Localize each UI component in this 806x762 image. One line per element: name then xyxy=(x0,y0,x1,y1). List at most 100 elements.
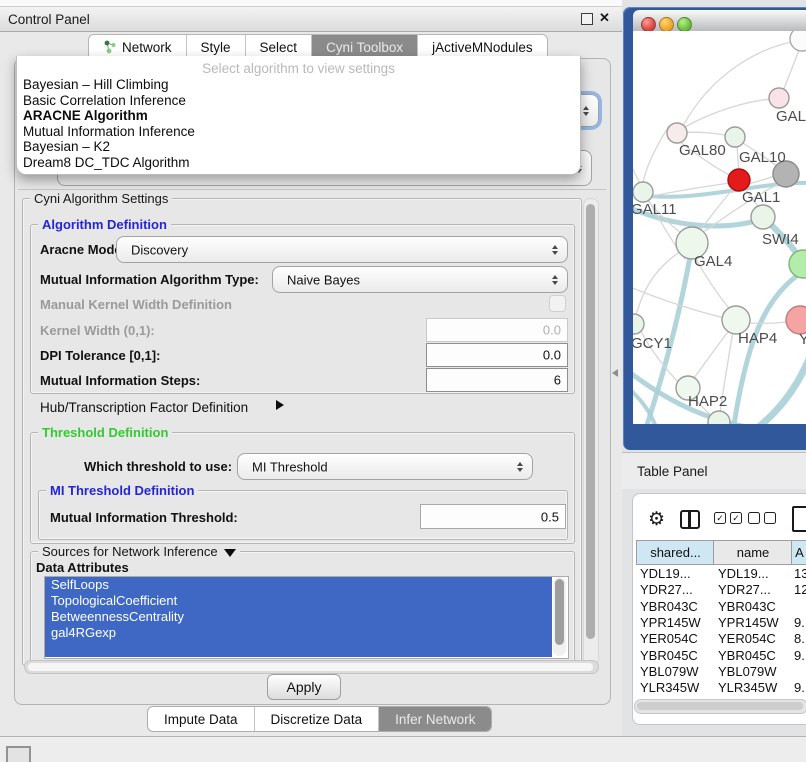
table-cell[interactable]: YER054C xyxy=(640,631,710,646)
which-threshold-label: Which threshold to use: xyxy=(84,459,232,474)
settings-hscrollbar-thumb[interactable] xyxy=(28,663,593,671)
table-cell[interactable]: YDL19... xyxy=(718,566,790,581)
table-cell[interactable]: YBL079W xyxy=(718,664,790,679)
table-cell[interactable]: YDR27... xyxy=(718,582,790,597)
table-cell[interactable]: YBL079W xyxy=(640,664,710,679)
close-traffic-light-icon[interactable] xyxy=(641,17,656,32)
network-node-swi4[interactable] xyxy=(751,205,775,229)
network-edge[interactable] xyxy=(643,126,669,183)
mi-steps-field[interactable]: 6 xyxy=(426,368,568,392)
attribute-list-item[interactable]: SelfLoops xyxy=(45,577,552,593)
select-all-checkbox-icon[interactable]: ✓ xyxy=(714,512,726,524)
zoom-traffic-light-icon[interactable] xyxy=(677,17,692,32)
minimize-traffic-light-icon[interactable] xyxy=(659,17,674,32)
table-header-name[interactable]: name xyxy=(713,540,792,565)
tab-select-label: Select xyxy=(260,40,298,55)
kernel-width-field[interactable]: 0.0 xyxy=(426,318,568,342)
table-cell[interactable]: YDL19... xyxy=(640,566,710,581)
attributes-scrollbar-thumb[interactable] xyxy=(555,579,564,645)
deselect-checkbox-icon-2[interactable] xyxy=(764,512,776,524)
table-cell[interactable]: YDR27... xyxy=(640,582,710,597)
float-window-icon[interactable] xyxy=(581,13,593,25)
mi-threshold-field[interactable]: 0.5 xyxy=(420,504,566,529)
network-edge[interactable] xyxy=(693,328,731,379)
table-cell[interactable]: YBR045C xyxy=(718,648,790,663)
select-all-checkbox-icon-2[interactable]: ✓ xyxy=(730,512,742,524)
network-node-gal1[interactable] xyxy=(728,169,750,191)
table-cell[interactable]: YER054C xyxy=(718,631,790,646)
network-node-gal80[interactable] xyxy=(667,123,687,143)
expand-arrow-icon[interactable] xyxy=(276,400,284,410)
dpi-tolerance-field[interactable]: 0.0 xyxy=(426,343,568,367)
table-cell[interactable]: 13 xyxy=(794,566,806,581)
column-selector-icon[interactable] xyxy=(680,510,700,529)
tab-infer-network[interactable]: Infer Network xyxy=(379,707,491,731)
network-edge[interactable] xyxy=(783,47,800,91)
dropdown-item[interactable]: Mutual Information Inference xyxy=(23,124,195,140)
attribute-list-item[interactable]: gal4RGexp xyxy=(45,625,552,641)
network-edge[interactable] xyxy=(636,253,678,315)
table-header-partial[interactable]: A xyxy=(791,540,806,565)
apply-button[interactable]: Apply xyxy=(267,674,341,700)
table-cell[interactable]: 8. xyxy=(794,631,806,646)
settings-scrollbar[interactable] xyxy=(583,198,599,666)
panel-collapse-arrow[interactable] xyxy=(612,369,618,377)
close-icon[interactable]: ✕ xyxy=(599,10,610,26)
tab-impute-data[interactable]: Impute Data xyxy=(148,707,255,731)
network-node-gal11[interactable] xyxy=(633,182,653,202)
table-cell[interactable]: YPR145W xyxy=(718,615,790,630)
table-header-shared-name[interactable]: shared... xyxy=(636,540,714,565)
table-cell[interactable]: YBR045C xyxy=(640,648,710,663)
settings-scrollbar-thumb[interactable] xyxy=(586,204,595,639)
application-window: Control Panel ✕ Network Style Select Cyn… xyxy=(0,0,806,762)
dropdown-item[interactable]: Bayesian – Hill Climbing xyxy=(23,77,195,93)
table-cell[interactable]: YBR043C xyxy=(718,599,790,614)
table-cell[interactable]: YLR345W xyxy=(640,680,710,695)
network-node-y[interactable] xyxy=(786,306,806,334)
aracne-mode-combo[interactable]: Discovery xyxy=(116,236,568,263)
dropdown-item[interactable]: ARACNE Algorithm xyxy=(23,108,195,124)
dropdown-item[interactable]: Bayesian – K2 xyxy=(23,139,195,155)
table-cell[interactable]: YLR345W xyxy=(718,680,790,695)
attributes-scrollbar[interactable] xyxy=(553,577,566,656)
tab-infer-network-label: Infer Network xyxy=(395,712,475,727)
network-view-titlebar[interactable] xyxy=(633,10,806,32)
mi-threshold-definition-title: MI Threshold Definition xyxy=(46,483,198,498)
deselect-checkbox-icon[interactable] xyxy=(748,512,760,524)
network-edge[interactable] xyxy=(733,271,803,424)
network-node-gcy1[interactable] xyxy=(633,314,644,334)
table-cell[interactable]: 9. xyxy=(794,680,806,695)
document-icon[interactable] xyxy=(792,506,806,532)
table-hscrollbar-thumb[interactable] xyxy=(637,702,803,710)
network-node-gal10[interactable] xyxy=(725,127,745,147)
attribute-list-item[interactable]: TopologicalCoefficient xyxy=(45,593,552,609)
network-edge[interactable] xyxy=(750,322,787,323)
mi-type-combo[interactable]: Naive Bayes xyxy=(272,266,568,293)
table-cell[interactable]: 9. xyxy=(794,648,806,663)
attribute-list-item-partial[interactable] xyxy=(45,641,552,657)
network-edge[interactable] xyxy=(748,176,775,184)
network-node[interactable] xyxy=(708,411,730,424)
which-threshold-combo[interactable]: MI Threshold xyxy=(237,453,533,480)
table-cell[interactable]: YBR043C xyxy=(640,599,710,614)
collapse-arrow-icon[interactable] xyxy=(224,549,236,557)
network-canvas[interactable]: GALGAL80GAL10GAL1GAL11SWI4GAL4HAP4YGCY1H… xyxy=(633,31,806,424)
gear-icon[interactable]: ⚙ xyxy=(648,508,665,531)
network-node-gal[interactable] xyxy=(769,88,789,108)
table-cell[interactable]: 9. xyxy=(794,615,806,630)
dropdown-item[interactable]: Dream8 DC_TDC Algorithm xyxy=(23,155,195,171)
table-cell[interactable]: YPR145W xyxy=(640,615,710,630)
table-cell[interactable]: 12 xyxy=(794,582,806,597)
data-attributes-list[interactable]: SelfLoopsTopologicalCoefficientBetweenne… xyxy=(44,576,569,659)
bottom-left-handle[interactable] xyxy=(6,746,31,762)
attribute-list-item[interactable]: BetweennessCentrality xyxy=(45,609,552,625)
table-hscrollbar[interactable] xyxy=(634,699,806,714)
network-node[interactable] xyxy=(790,31,806,51)
dropdown-item[interactable]: Basic Correlation Inference xyxy=(23,93,195,109)
network-node[interactable] xyxy=(789,250,806,278)
network-edge[interactable] xyxy=(751,359,806,424)
settings-hscrollbar[interactable] xyxy=(24,660,599,674)
mi-steps-value: 6 xyxy=(554,373,561,388)
manual-kernel-checkbox[interactable] xyxy=(549,295,566,312)
tab-discretize-data[interactable]: Discretize Data xyxy=(255,707,380,731)
